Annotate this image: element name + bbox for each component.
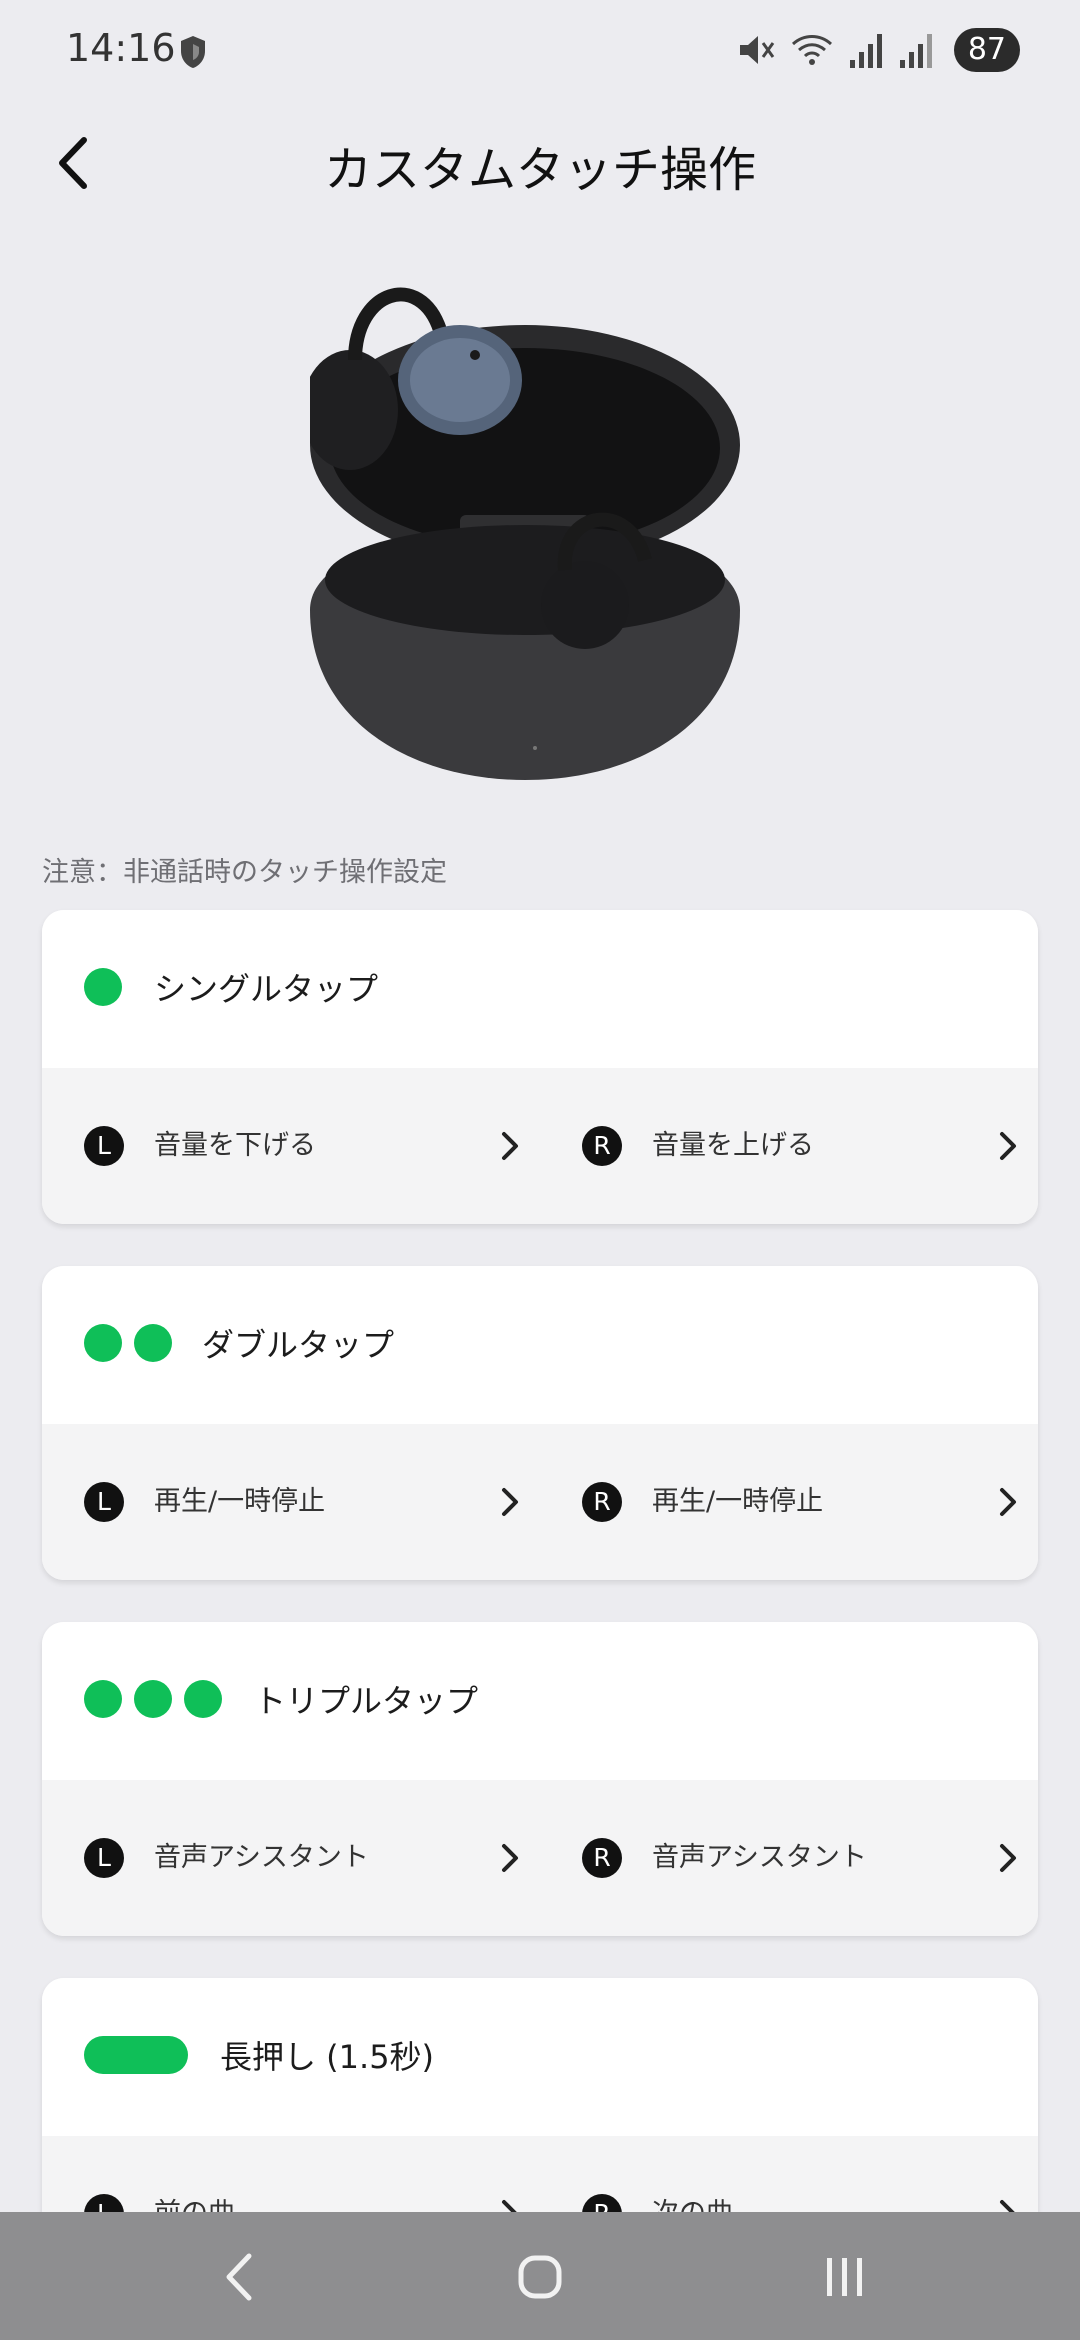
nav-back-icon[interactable]	[205, 2242, 275, 2312]
long-press-pill	[84, 2036, 188, 2074]
card-body: L 音量を下げる R 音量を上げる	[42, 1068, 1038, 1224]
page-title: カスタムタッチ操作	[323, 142, 756, 198]
left-earbud-action[interactable]: L 音量を下げる	[84, 1068, 524, 1224]
gesture-title: 長押し (1.5秒)	[220, 2038, 435, 2076]
chevron-right-icon	[1000, 1488, 1016, 1516]
tap-dot	[184, 1680, 222, 1718]
tap-dot	[134, 1324, 172, 1362]
action-label: 再生/一時停止	[154, 1486, 326, 1517]
gesture-card-triple-tap: トリプルタップ L 音声アシスタント R 音声アシスタント	[42, 1622, 1038, 1936]
gesture-card-double-tap: ダブルタップ L 再生/一時停止 R 再生/一時停止	[42, 1266, 1038, 1580]
right-badge: R	[582, 1838, 622, 1878]
tap-indicator	[84, 1680, 222, 1718]
mute-icon	[739, 36, 775, 64]
system-nav-bar	[0, 2212, 1080, 2340]
gesture-title: ダブルタップ	[202, 1326, 395, 1364]
card-header: 長押し (1.5秒)	[42, 1978, 1038, 2136]
chevron-right-icon	[502, 1488, 518, 1516]
left-badge: L	[84, 1126, 124, 1166]
tap-indicator	[84, 1324, 172, 1362]
earbuds-product-image	[310, 287, 740, 780]
action-label: 音量を下げる	[154, 1130, 316, 1161]
card-body: L 再生/一時停止 R 再生/一時停止	[42, 1424, 1038, 1580]
left-earbud-action[interactable]: L 音声アシスタント	[84, 1780, 524, 1936]
action-label: 再生/一時停止	[652, 1486, 824, 1517]
status-time: 14:16	[66, 26, 176, 70]
status-icons: 87	[736, 28, 1020, 72]
tap-dot	[84, 968, 122, 1006]
tap-dot	[84, 1680, 122, 1718]
card-header: シングルタップ	[42, 910, 1038, 1068]
right-badge: R	[582, 1126, 622, 1166]
action-label: 音声アシスタント	[652, 1842, 867, 1873]
gesture-title: トリプルタップ	[254, 1682, 479, 1720]
gesture-card-single-tap: シングルタップ L 音量を下げる R 音量を上げる	[42, 910, 1038, 1224]
right-badge: R	[582, 1482, 622, 1522]
left-earbud-action[interactable]: L 再生/一時停止	[84, 1424, 524, 1580]
tap-indicator	[84, 968, 122, 1006]
action-label: 音声アシスタント	[154, 1842, 369, 1873]
gesture-title: シングルタップ	[154, 970, 379, 1008]
signal-icon	[849, 34, 882, 68]
chevron-right-icon	[1000, 1132, 1016, 1160]
status-bar: 14:16 87	[0, 0, 1080, 104]
tap-dot	[134, 1680, 172, 1718]
battery-level: 87	[953, 28, 1020, 72]
right-earbud-action[interactable]: R 音声アシスタント	[582, 1780, 1022, 1936]
settings-note: 注意：非通話時のタッチ操作設定	[42, 857, 447, 888]
chevron-right-icon	[502, 1132, 518, 1160]
nav-recents-icon[interactable]	[810, 2242, 880, 2312]
card-body: L 音声アシスタント R 音声アシスタント	[42, 1780, 1038, 1936]
tap-dot	[84, 1324, 122, 1362]
shield-icon	[181, 36, 205, 68]
right-earbud-action[interactable]: R 再生/一時停止	[582, 1424, 1022, 1580]
card-header: ダブルタップ	[42, 1266, 1038, 1424]
left-badge: L	[84, 1838, 124, 1878]
signal-icon-2	[899, 34, 932, 68]
card-header: トリプルタップ	[42, 1622, 1038, 1780]
wifi-icon	[791, 35, 832, 65]
chevron-right-icon	[502, 1844, 518, 1872]
right-earbud-action[interactable]: R 音量を上げる	[582, 1068, 1022, 1224]
long-press-indicator	[84, 2036, 188, 2074]
nav-home-icon[interactable]	[505, 2242, 575, 2312]
action-label: 音量を上げる	[652, 1130, 814, 1161]
chevron-right-icon	[1000, 1844, 1016, 1872]
left-badge: L	[84, 1482, 124, 1522]
